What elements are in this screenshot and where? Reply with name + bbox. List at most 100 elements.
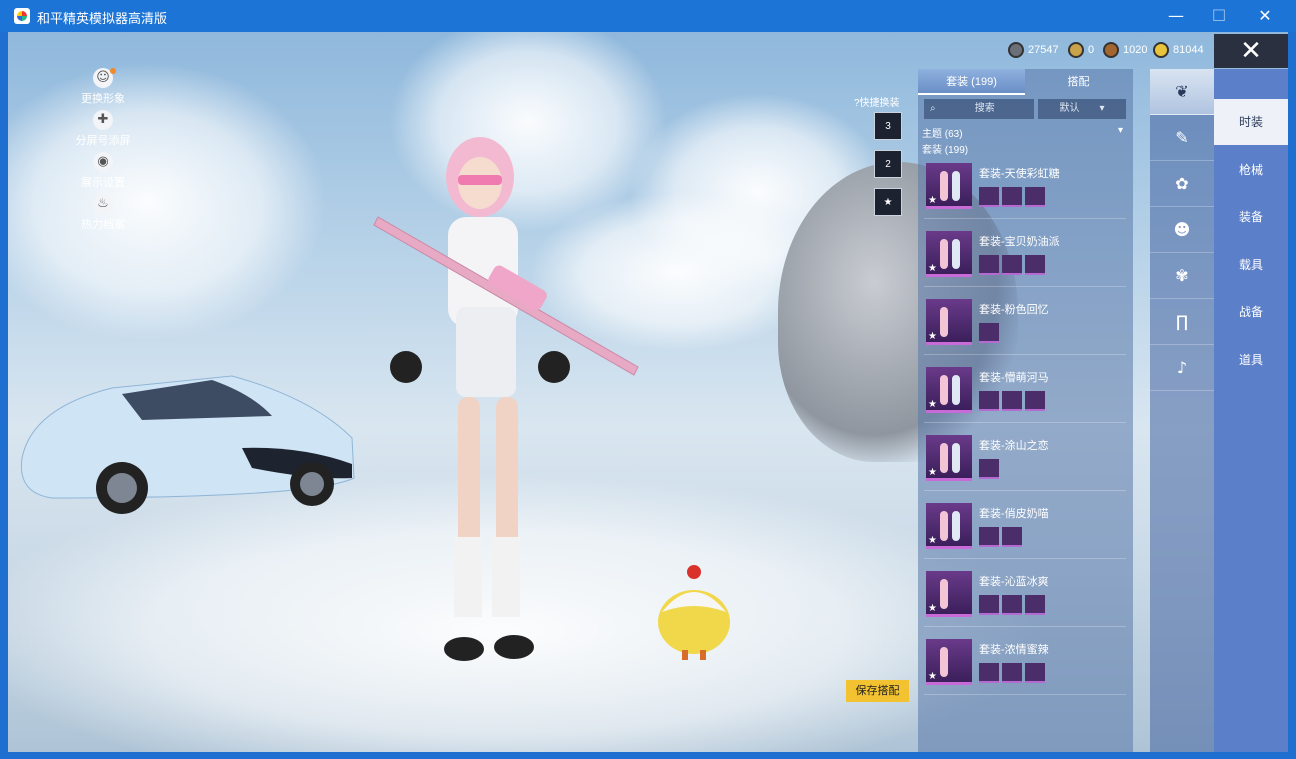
outfit-pieces: [979, 323, 1002, 343]
piece-icon[interactable]: [979, 459, 999, 479]
figure: [952, 375, 960, 405]
currency-value: 0: [1088, 44, 1095, 56]
search-placeholder: 搜索: [974, 103, 995, 114]
cloud: [8, 62, 328, 342]
notification-dot: [110, 68, 116, 74]
pants-icon[interactable]: ∏: [1150, 299, 1214, 345]
coin-gold-icon: [1068, 42, 1084, 59]
heat-archive-button[interactable]: ♨ 热力档案: [68, 194, 138, 236]
eye-icon: ◉: [93, 152, 113, 172]
maximize-button[interactable]: ☐: [1205, 4, 1233, 28]
piece-icon[interactable]: [1025, 663, 1045, 683]
list-item[interactable]: ★ 套装-沁蓝冰爽: [924, 565, 1126, 627]
shoes-icon[interactable]: ♪: [1150, 345, 1214, 391]
currency-value: 1020: [1123, 44, 1148, 56]
outfit-thumbnail: ★: [926, 571, 972, 617]
theme-filter[interactable]: 主题 (63) ▾: [922, 125, 1127, 140]
outfit-pieces: [979, 187, 1048, 207]
top-icon[interactable]: ✾: [1150, 253, 1214, 299]
minimize-button[interactable]: —: [1162, 4, 1190, 28]
category-equipment[interactable]: 装备: [1214, 194, 1288, 240]
piece-icon[interactable]: [1025, 187, 1045, 207]
figure: [940, 647, 948, 677]
category-items[interactable]: 道具: [1214, 337, 1288, 383]
figure: [940, 511, 948, 541]
outfit-name: 套装-浓情蜜辣: [979, 644, 1049, 656]
piece-icon[interactable]: [979, 187, 999, 207]
tab-combinations[interactable]: 搭配: [1025, 69, 1132, 95]
outfit-name: 套装-宝贝奶油派: [979, 236, 1060, 248]
outfit-icon[interactable]: ❦: [1150, 69, 1214, 115]
piece-icon[interactable]: [1025, 391, 1045, 411]
star-icon: ★: [928, 399, 937, 410]
close-wardrobe-button[interactable]: ✕: [1214, 34, 1288, 68]
outfit-pieces: [979, 527, 1025, 547]
piece-icon[interactable]: [1025, 255, 1045, 275]
list-item[interactable]: ★ 套装-天使彩虹糖: [924, 157, 1126, 219]
piece-icon[interactable]: [979, 255, 999, 275]
piece-icon[interactable]: [979, 527, 999, 547]
search-input[interactable]: ⌕ 搜索: [924, 99, 1034, 119]
list-item[interactable]: ★ 套装-宝贝奶油派: [924, 225, 1126, 287]
piece-icon[interactable]: [1002, 255, 1022, 275]
list-item[interactable]: ★ 套装-粉色回忆: [924, 293, 1126, 355]
menu-label: 分屏号添屏: [75, 135, 131, 147]
outfit-thumbnail: ★: [926, 435, 972, 481]
sort-label: 默认: [1059, 103, 1080, 114]
piece-icon[interactable]: [1002, 391, 1022, 411]
tab-outfits[interactable]: 套装 (199): [918, 69, 1025, 95]
figure: [940, 443, 948, 473]
category-vehicles[interactable]: 载具: [1214, 242, 1288, 288]
figure: [940, 375, 948, 405]
left-menu: ☺ 更换形象 ✚ 分屏号添屏 ◉ 展示设置 ♨ 热力档案: [68, 68, 138, 236]
piece-icon[interactable]: [979, 391, 999, 411]
window-title: 和平精英模拟器高清版: [37, 11, 168, 26]
piece-icon[interactable]: [979, 323, 999, 343]
outfit-name: 套装-懵萌河马: [979, 372, 1049, 384]
piece-icon[interactable]: [1002, 663, 1022, 683]
list-item[interactable]: ★ 套装-俏皮奶喵: [924, 497, 1126, 559]
puzzle-icon: ✚: [93, 110, 113, 130]
piece-icon[interactable]: [1025, 595, 1045, 615]
vehicle-display: [12, 368, 357, 518]
outfit-name: 套装-俏皮奶喵: [979, 508, 1049, 520]
category-fashion[interactable]: 时装: [1214, 99, 1288, 145]
quick-swap-slot-3[interactable]: 3: [874, 112, 902, 140]
search-icon: ⌕: [930, 103, 936, 114]
quick-swap-slot-favorite[interactable]: ★: [874, 188, 902, 216]
currency-value: 81044: [1173, 44, 1204, 56]
list-item[interactable]: ★ 套装-浓情蜜辣: [924, 633, 1126, 695]
save-outfit-button[interactable]: 保存搭配: [846, 680, 909, 702]
star-icon: ★: [928, 331, 937, 342]
category-weapons[interactable]: 枪械: [1214, 147, 1288, 193]
piece-icon[interactable]: [1002, 527, 1022, 547]
chevron-down-icon: ▾: [1099, 103, 1105, 114]
sort-dropdown[interactable]: 默认 ▾: [1038, 99, 1126, 119]
outfit-header: 套装 (199): [922, 145, 969, 156]
coin-yellow-icon: [1153, 42, 1169, 59]
piece-icon[interactable]: [1002, 595, 1022, 615]
list-item[interactable]: ★ 套装-懵萌河马: [924, 361, 1126, 423]
currency-item: 0: [1068, 40, 1094, 60]
window-close-button[interactable]: ✕: [1251, 4, 1279, 28]
figure: [952, 443, 960, 473]
star-icon: ★: [928, 671, 937, 682]
outfit-thumbnail: ★: [926, 367, 972, 413]
piece-icon[interactable]: [979, 663, 999, 683]
display-settings-button[interactable]: ◉ 展示设置: [68, 152, 138, 194]
piece-icon[interactable]: [1002, 187, 1022, 207]
outfit-pieces: [979, 663, 1048, 683]
piece-icon[interactable]: [979, 595, 999, 615]
figure: [940, 307, 948, 337]
list-item[interactable]: ★ 套装-涂山之恋: [924, 429, 1126, 491]
helmet-skin-icon[interactable]: ✿: [1150, 161, 1214, 207]
category-battle-prep[interactable]: 战备: [1214, 289, 1288, 335]
gun-icon[interactable]: ✎: [1150, 115, 1214, 161]
mask-icon[interactable]: ☻: [1150, 207, 1214, 253]
split-screen-button[interactable]: ✚ 分屏号添屏: [68, 110, 138, 152]
quick-swap-slot-2[interactable]: 2: [874, 150, 902, 178]
outfit-thumbnail: ★: [926, 503, 972, 549]
change-appearance-button[interactable]: ☺ 更换形象: [68, 68, 138, 110]
slot-icon-column: ❦ ✎ ✿ ☻ ✾ ∏ ♪: [1150, 69, 1214, 752]
menu-label: 展示设置: [81, 177, 125, 189]
